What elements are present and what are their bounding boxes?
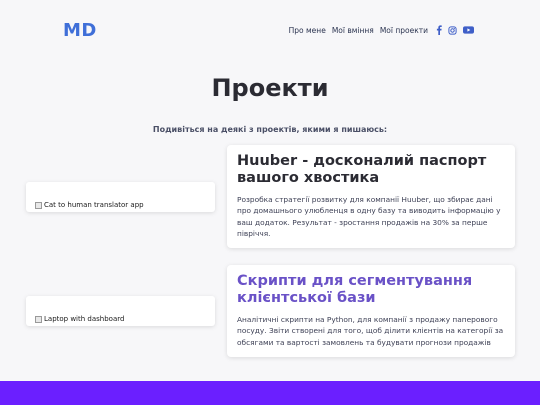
nav-link-projects[interactable]: Мої проекти (380, 26, 428, 35)
nav-link-skills[interactable]: Мої вміння (332, 26, 374, 35)
image-alt-text: Laptop with dashboard (44, 315, 125, 323)
broken-image-icon (35, 315, 42, 323)
project-card: Huuber - досконалий паспорт вашого хвост… (227, 145, 515, 248)
project-image-card: Cat to human translator app (26, 182, 215, 212)
main-nav: Про мене Мої вміння Мої проекти (289, 25, 474, 35)
page-subtitle: Подивіться на деякі з проектів, якими я … (152, 125, 388, 134)
broken-image: Cat to human translator app (35, 201, 144, 209)
footer-band (0, 381, 540, 405)
facebook-icon[interactable] (436, 25, 442, 35)
site-logo[interactable]: MD (63, 20, 97, 41)
broken-image: Laptop with dashboard (35, 315, 124, 323)
broken-image-icon (35, 201, 42, 209)
social-links (436, 25, 474, 35)
project-card: Скрипти для сегментування клієнтської ба… (227, 265, 515, 357)
project-image-card: Laptop with dashboard (26, 296, 215, 326)
project-description: Розробка стратегії розвитку для компанії… (237, 195, 501, 239)
project-description: Аналітичні скрипти на Python, для компан… (237, 315, 504, 347)
youtube-icon[interactable] (463, 26, 474, 34)
instagram-icon[interactable] (448, 25, 457, 35)
page-title: Проекти (211, 74, 329, 102)
project-title[interactable]: Скрипти для сегментування клієнтської ба… (237, 273, 505, 307)
nav-link-about[interactable]: Про мене (289, 26, 326, 35)
project-title: Huuber - досконалий паспорт вашого хвост… (237, 153, 487, 186)
image-alt-text: Cat to human translator app (44, 201, 144, 209)
